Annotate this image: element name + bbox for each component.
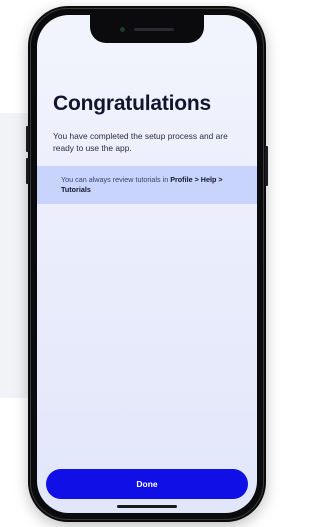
speaker-grille <box>134 28 174 31</box>
tutorial-tip: You can always review tutorials in Profi… <box>37 166 257 204</box>
phone-screen: Congratulations You have completed the s… <box>37 15 257 513</box>
stage: Congratulations You have completed the s… <box>0 0 268 527</box>
content: Congratulations You have completed the s… <box>37 91 257 204</box>
tip-path-profile-help: Profile > Help <box>170 175 217 184</box>
notch <box>90 15 204 43</box>
done-button[interactable]: Done <box>46 469 248 499</box>
volume-button <box>26 158 29 184</box>
page-title: Congratulations <box>53 92 211 115</box>
tip-text: You can always review tutorials in <box>61 175 171 184</box>
camera-icon <box>120 27 125 32</box>
completion-message: You have completed the setup process and… <box>53 131 228 153</box>
power-button <box>265 146 268 186</box>
home-indicator <box>117 505 177 508</box>
volume-button <box>26 126 29 152</box>
phone-frame: Congratulations You have completed the s… <box>26 6 268 522</box>
